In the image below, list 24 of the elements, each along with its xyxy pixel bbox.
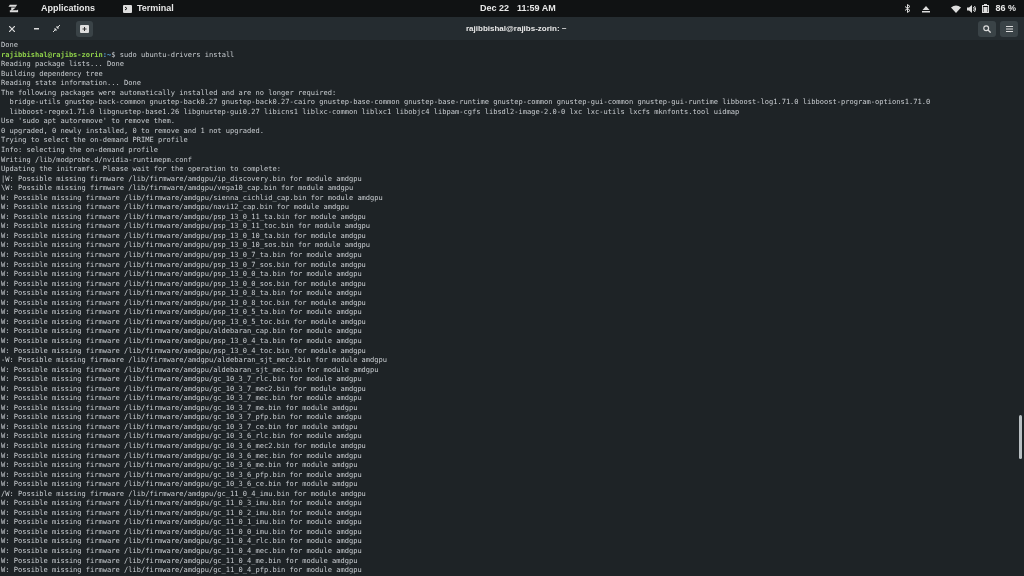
menu-icon — [1005, 25, 1013, 32]
volume-icon[interactable] — [967, 4, 977, 13]
applications-menu[interactable]: Applications — [41, 1, 95, 16]
restore-button[interactable] — [50, 22, 62, 35]
app-menu[interactable]: Terminal — [137, 1, 174, 16]
restore-icon — [52, 25, 60, 32]
menu-button[interactable] — [1000, 20, 1018, 37]
window-title: rajibbishal@rajibs-zorin: ~ — [466, 22, 567, 35]
battery-percentage[interactable]: 86 % — [995, 1, 1016, 16]
terminal-icon — [123, 4, 132, 13]
zorin-logo-icon[interactable] — [8, 3, 19, 14]
battery-icon[interactable] — [982, 4, 990, 13]
wifi-icon[interactable] — [951, 4, 962, 13]
clock-label[interactable]: 11:59 AM — [517, 1, 556, 16]
bluetooth-icon[interactable] — [904, 4, 912, 13]
close-icon — [9, 25, 15, 32]
date-label[interactable]: Dec 22 — [480, 1, 510, 16]
search-button[interactable] — [978, 20, 996, 37]
new-tab-button[interactable] — [76, 20, 93, 37]
new-tab-icon — [80, 24, 89, 33]
scrollbar-thumb[interactable] — [1019, 415, 1022, 459]
minimize-icon — [33, 27, 39, 30]
search-icon — [983, 24, 991, 33]
eject-icon[interactable] — [922, 4, 931, 13]
